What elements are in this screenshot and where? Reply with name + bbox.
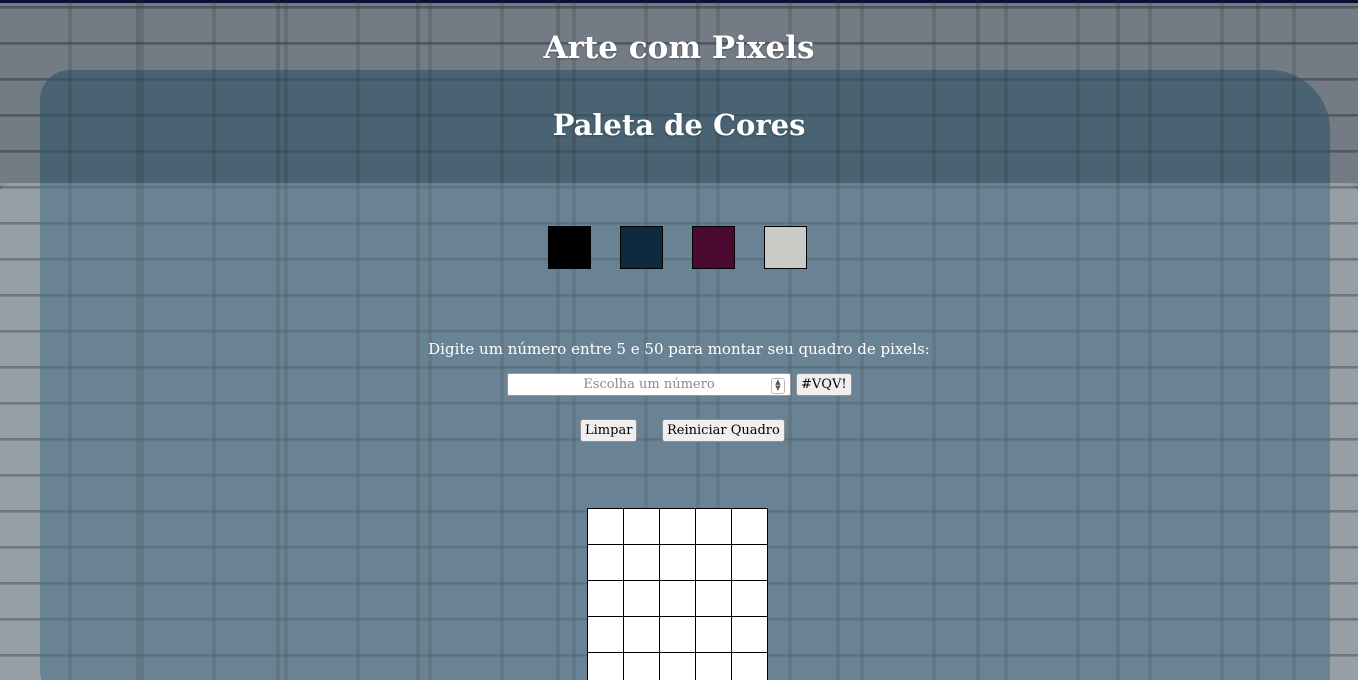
pixel[interactable] xyxy=(624,581,660,617)
palette-color-navy[interactable] xyxy=(620,226,663,269)
pixel[interactable] xyxy=(732,653,768,680)
board-size-instructions: Digite um número entre 5 e 50 para monta… xyxy=(428,340,930,358)
pixel[interactable] xyxy=(696,545,732,581)
pixel[interactable] xyxy=(588,581,624,617)
generate-board-button[interactable]: #VQV! xyxy=(796,373,852,396)
pixel[interactable] xyxy=(696,581,732,617)
board-size-placeholder: Escolha um número xyxy=(583,377,715,392)
pixel[interactable] xyxy=(588,509,624,545)
pixel[interactable] xyxy=(660,617,696,653)
pixel[interactable] xyxy=(696,653,732,680)
pixel[interactable] xyxy=(732,581,768,617)
pixel[interactable] xyxy=(660,545,696,581)
palette-color-wine[interactable] xyxy=(692,226,735,269)
pixel[interactable] xyxy=(660,581,696,617)
page-title: Arte com Pixels xyxy=(543,30,815,66)
pixel[interactable] xyxy=(624,545,660,581)
color-palette xyxy=(548,226,807,269)
pixel[interactable] xyxy=(624,509,660,545)
palette-title: Paleta de Cores xyxy=(552,108,806,142)
pixel[interactable] xyxy=(696,509,732,545)
pixel[interactable] xyxy=(696,617,732,653)
palette-color-gray[interactable] xyxy=(764,226,807,269)
palette-color-black[interactable] xyxy=(548,226,591,269)
board-size-input[interactable]: Escolha um número ▲ ▼ xyxy=(507,373,791,396)
pixel[interactable] xyxy=(588,545,624,581)
reset-board-button[interactable]: Reiniciar Quadro xyxy=(662,419,785,442)
clear-board-button[interactable]: Limpar xyxy=(580,419,638,442)
pixel[interactable] xyxy=(624,653,660,680)
board-size-controls: Escolha um número ▲ ▼ #VQV! xyxy=(507,373,852,396)
pixel[interactable] xyxy=(660,509,696,545)
pixel[interactable] xyxy=(624,617,660,653)
pixel[interactable] xyxy=(732,617,768,653)
pixel-board xyxy=(587,508,768,680)
pixel[interactable] xyxy=(588,617,624,653)
number-spinner-icon[interactable]: ▲ ▼ xyxy=(771,378,785,394)
pixel[interactable] xyxy=(732,545,768,581)
pixel[interactable] xyxy=(588,653,624,680)
pixel[interactable] xyxy=(660,653,696,680)
pixel[interactable] xyxy=(732,509,768,545)
